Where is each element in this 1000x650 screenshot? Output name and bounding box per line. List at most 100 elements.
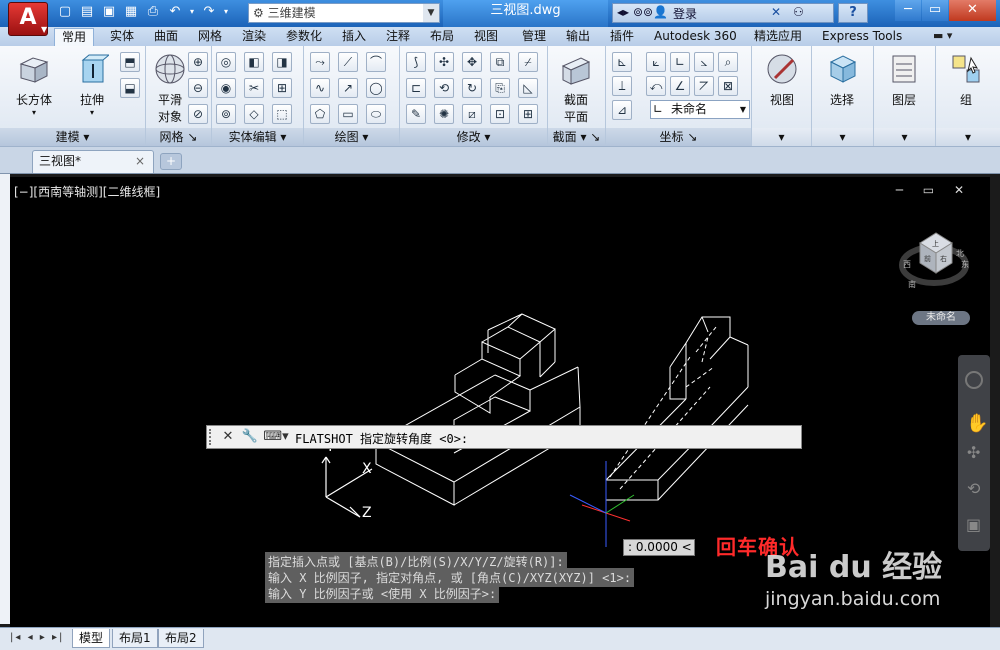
minimize-button[interactable]: ─ bbox=[895, 0, 921, 21]
new-file-icon[interactable]: ▢ bbox=[56, 3, 74, 21]
union-icon[interactable]: ◎ bbox=[216, 52, 236, 72]
showmotion-icon[interactable]: ▣ bbox=[966, 515, 981, 534]
tab-parametric[interactable]: 参数化 bbox=[284, 28, 324, 46]
command-prompt-text[interactable]: FLATSHOT 指定旋转角度 <0>: bbox=[295, 430, 468, 447]
panel-title-section[interactable]: 截面 ▾ ↘ bbox=[548, 128, 605, 146]
mesh-remove-icon[interactable]: ⊖ bbox=[188, 78, 208, 98]
ucs-zaxis-icon[interactable]: ⦢ bbox=[694, 76, 714, 96]
ucs-x-icon[interactable]: ⟘ bbox=[612, 76, 632, 96]
tab-manage[interactable]: 管理 bbox=[520, 28, 548, 46]
mesh-add-icon[interactable]: ⊕ bbox=[188, 52, 208, 72]
tab-model[interactable]: 模型 bbox=[72, 629, 111, 648]
chamfer-icon[interactable]: ◺ bbox=[518, 78, 538, 98]
document-tab[interactable]: 三视图* × bbox=[32, 150, 154, 173]
3d-move-icon[interactable]: ✥ bbox=[462, 52, 482, 72]
panel-title-draw[interactable]: 绘图 ▾ bbox=[304, 128, 399, 146]
wrench-icon[interactable]: 🔧 bbox=[241, 429, 259, 447]
orbit-icon[interactable]: ⟲ bbox=[967, 479, 980, 498]
smooth-object-button[interactable]: 平滑 对象 bbox=[146, 52, 194, 125]
box-button[interactable]: 长方体 ▾ bbox=[10, 52, 58, 117]
command-line-grip[interactable] bbox=[209, 429, 215, 445]
layout-nav-arrows[interactable]: |◂ ◂ ▸ ▸| bbox=[10, 632, 64, 643]
chevron-down-icon[interactable]: ▾ bbox=[812, 128, 873, 146]
tab-mesh[interactable]: 网格 bbox=[196, 28, 224, 46]
ucs-previous-icon[interactable]: ⤺ bbox=[646, 76, 666, 96]
print-icon[interactable]: ⎙ bbox=[144, 3, 162, 21]
undo-dropdown-icon[interactable]: ▾ bbox=[188, 3, 196, 21]
redo-icon[interactable]: ↷ bbox=[200, 3, 218, 21]
selection-button[interactable]: 选择 bbox=[818, 52, 866, 108]
separate-icon[interactable]: ✂ bbox=[244, 78, 264, 98]
ucs-menu-label[interactable]: 未命名 bbox=[912, 311, 970, 325]
new-tab-button[interactable]: + bbox=[160, 153, 182, 170]
open-file-icon[interactable]: ▤ bbox=[78, 3, 96, 21]
maximize-button[interactable]: ▭ bbox=[922, 0, 948, 21]
ellipse-icon[interactable]: ⬭ bbox=[366, 104, 386, 124]
steering-wheel-icon[interactable] bbox=[965, 371, 983, 389]
presspull-icon[interactable]: ⬒ bbox=[120, 52, 140, 72]
tab-featured-apps[interactable]: 精选应用 bbox=[752, 28, 804, 46]
chevron-down-icon[interactable]: ▾ bbox=[936, 128, 1000, 146]
ucs-view-icon[interactable]: ⌕ bbox=[718, 52, 738, 72]
fillet-icon[interactable]: ⟆ bbox=[406, 52, 426, 72]
mesh-crease-icon[interactable]: ⊘ bbox=[188, 104, 208, 124]
panel-title-coordinates[interactable]: 坐标 ↘ bbox=[606, 128, 751, 146]
arrows-icon[interactable]: ◂▸ bbox=[617, 5, 629, 19]
array-icon[interactable]: ⊡ bbox=[490, 104, 510, 124]
tab-layout[interactable]: 布局 bbox=[428, 28, 456, 46]
brush-icon[interactable]: ✎ bbox=[406, 104, 426, 124]
tab-annotate[interactable]: 注释 bbox=[384, 28, 412, 46]
tab-autodesk360[interactable]: Autodesk 360 bbox=[652, 28, 739, 46]
imprint-icon[interactable]: ◨ bbox=[272, 52, 292, 72]
save-as-icon[interactable]: ▦ bbox=[122, 3, 140, 21]
layers-button[interactable]: 图层 bbox=[880, 52, 928, 108]
ucs-face-icon[interactable]: ⊿ bbox=[612, 100, 632, 120]
tab-render[interactable]: 渲染 bbox=[240, 28, 268, 46]
application-menu-button[interactable]: A ▼ bbox=[8, 2, 48, 36]
mirror-icon[interactable]: ⧄ bbox=[462, 104, 482, 124]
3d-rotate-icon[interactable]: ✣ bbox=[434, 52, 454, 72]
section-plane-button[interactable]: 截面 平面 bbox=[552, 52, 600, 125]
chevron-down-icon[interactable]: ▾ bbox=[752, 128, 811, 146]
save-icon[interactable]: ▣ bbox=[100, 3, 118, 21]
user-icon[interactable]: 👤 bbox=[653, 5, 668, 19]
subtract-icon[interactable]: ◉ bbox=[216, 78, 236, 98]
viewcube[interactable]: 上 前 右 西 东 北 南 bbox=[899, 232, 969, 289]
tab-insert[interactable]: 插入 bbox=[340, 28, 368, 46]
redo-dropdown-icon[interactable]: ▾ bbox=[222, 3, 230, 21]
spline-icon[interactable]: ∿ bbox=[310, 78, 330, 98]
tab-layout2[interactable]: 布局2 bbox=[158, 629, 204, 648]
zoom-icon[interactable]: ✣ bbox=[967, 443, 980, 462]
tab-home[interactable]: 常用 bbox=[54, 28, 95, 46]
named-ucs-select[interactable]: ∟ 未命名 ▼ bbox=[650, 100, 750, 119]
ucs-origin-icon[interactable]: ∟ bbox=[670, 52, 690, 72]
panel-title-solid-edit[interactable]: 实体编辑 ▾ bbox=[212, 128, 303, 146]
command-prompt-icon[interactable]: ⌨▾ bbox=[263, 429, 289, 447]
undo-icon[interactable]: ↶ bbox=[166, 3, 184, 21]
extract-edges-icon[interactable]: ◧ bbox=[244, 52, 264, 72]
grid-array-icon[interactable]: ⊞ bbox=[518, 104, 538, 124]
close-icon[interactable]: ✕ bbox=[219, 429, 237, 447]
workspace-select[interactable]: ⚙ 三维建模 ▼ bbox=[248, 3, 440, 23]
ucs-world-icon[interactable]: ⟀ bbox=[646, 52, 666, 72]
copy-icon[interactable]: ⎘ bbox=[490, 78, 510, 98]
tab-plugins[interactable]: 插件 bbox=[608, 28, 636, 46]
tab-surface[interactable]: 曲面 bbox=[152, 28, 180, 46]
offset-edge-icon[interactable]: ⊞ bbox=[272, 78, 292, 98]
dynamic-input-tooltip[interactable]: : 0.0000 < bbox=[623, 539, 695, 556]
ucs-z-icon[interactable]: ⦣ bbox=[694, 52, 714, 72]
align-icon[interactable]: ⊏ bbox=[406, 78, 426, 98]
arc-icon[interactable]: ⌒ bbox=[366, 52, 386, 72]
pan-icon[interactable]: ✋ bbox=[966, 413, 988, 434]
extrude-button[interactable]: 拉伸 ▾ bbox=[68, 52, 116, 117]
ucs-icon[interactable]: ⊾ bbox=[612, 52, 632, 72]
ribbon-minimize-icon[interactable]: ▬ ▾ bbox=[933, 29, 952, 42]
explode-icon[interactable]: ✺ bbox=[434, 104, 454, 124]
stretch-icon[interactable]: ⧉ bbox=[490, 52, 510, 72]
tab-output[interactable]: 输出 bbox=[564, 28, 592, 46]
trim-icon[interactable]: ⌿ bbox=[518, 52, 538, 72]
tab-solid[interactable]: 实体 bbox=[108, 28, 136, 46]
view-button[interactable]: 视图 bbox=[758, 52, 806, 108]
slice-icon[interactable]: ⬚ bbox=[272, 104, 292, 124]
polygon-icon[interactable]: ⬠ bbox=[310, 104, 330, 124]
